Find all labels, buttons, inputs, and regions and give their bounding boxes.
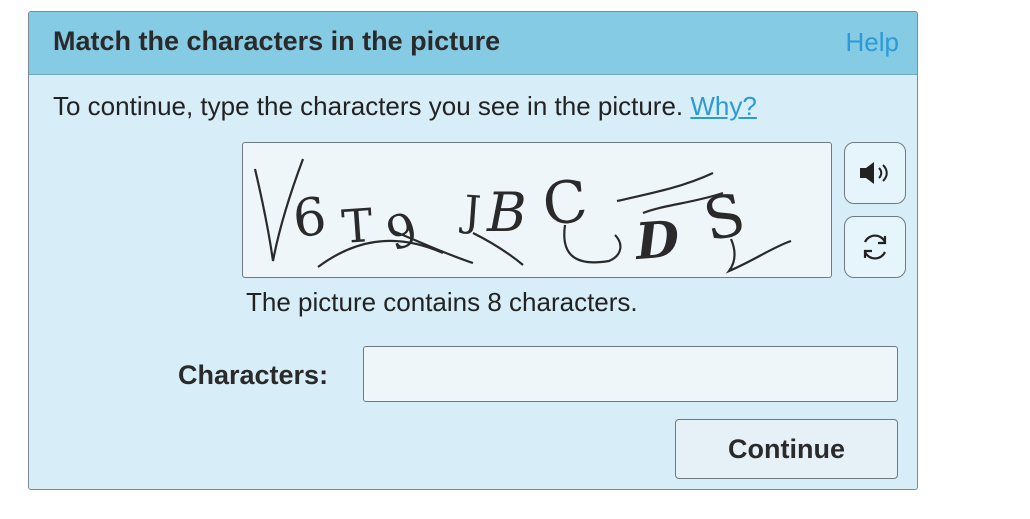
speaker-icon [860,162,888,184]
captcha-char-6: 6 [290,187,329,250]
instruction-label: To continue, type the characters you see… [53,91,684,121]
dialog-title: Match the characters in the picture [53,26,501,56]
audio-button[interactable] [844,142,906,204]
dialog-header: Match the characters in the picture Help [29,12,917,75]
captcha-char-j: J [458,186,482,236]
characters-label: Characters: [178,360,329,390]
captcha-characters: 6 T 9 J B C D S [253,158,792,274]
help-link[interactable]: Help [846,27,899,58]
characters-input[interactable] [363,346,898,402]
captcha-image: 6 T 9 J B C D S [242,142,832,278]
why-link[interactable]: Why? [690,91,756,121]
captcha-char-b: B [486,181,527,244]
captcha-char-s: S [698,180,751,255]
refresh-button[interactable] [844,216,906,278]
character-count-text: The picture contains 8 characters. [246,287,638,317]
continue-button[interactable]: Continue [675,419,898,479]
captcha-char-d: D [632,209,681,271]
captcha-char-c: C [539,167,590,239]
captcha-dialog: Match the characters in the picture Help… [28,11,918,490]
instruction-text: To continue, type the characters you see… [53,91,757,122]
captcha-char-t: T [340,198,375,254]
captcha-char-9: 9 [380,201,425,261]
refresh-icon [863,234,887,260]
